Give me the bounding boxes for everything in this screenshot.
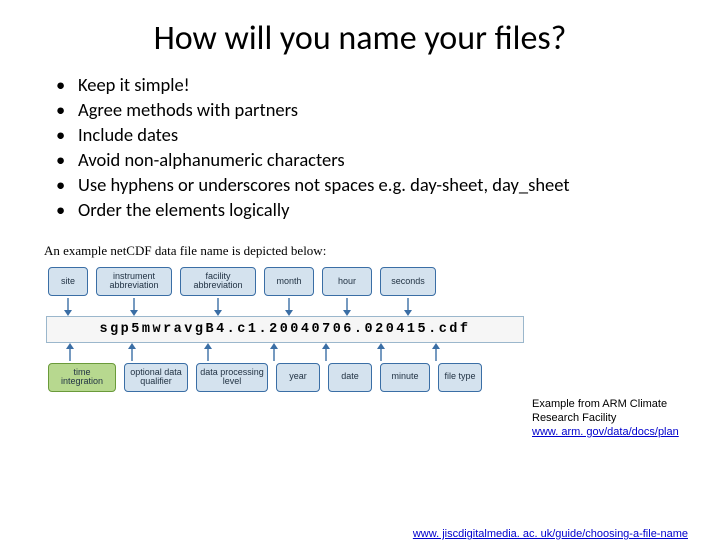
bullet-item: Include dates <box>56 123 720 148</box>
label-optional-data-qualifier: optional data qualifier <box>124 363 188 392</box>
arrow-up-icon <box>252 343 296 361</box>
label-month: month <box>264 267 314 296</box>
arrow-up-icon <box>48 343 92 361</box>
label-time-integration: time integration <box>48 363 116 392</box>
label-data-processing-level: data processing level <box>196 363 268 392</box>
example-source-line1: Example from ARM Climate <box>532 398 667 410</box>
bullet-item: Agree methods with partners <box>56 98 720 123</box>
arrow-down-icon <box>380 298 436 316</box>
label-minute: minute <box>380 363 430 392</box>
bullet-list: Keep it simple! Agree methods with partn… <box>56 73 720 223</box>
bullet-item: Avoid non-alphanumeric characters <box>56 148 720 173</box>
label-site: site <box>48 267 88 296</box>
arrow-up-icon <box>414 343 458 361</box>
label-facility-abbreviation: facility abbreviation <box>180 267 256 296</box>
arrow-down-icon <box>48 298 88 316</box>
arrow-down-icon <box>264 298 314 316</box>
example-source-link[interactable]: www. arm. gov/data/docs/plan <box>532 426 679 438</box>
label-seconds: seconds <box>380 267 436 296</box>
label-year: year <box>276 363 320 392</box>
label-hour: hour <box>322 267 372 296</box>
diagram-caption: An example netCDF data file name is depi… <box>44 243 526 259</box>
footer-link[interactable]: www. jiscdigitalmedia. ac. uk/guide/choo… <box>413 528 688 540</box>
example-source-note: Example from ARM Climate Research Facili… <box>532 398 702 439</box>
example-source-line2: Research Facility <box>532 412 616 424</box>
arrow-down-icon <box>96 298 172 316</box>
label-date: date <box>328 363 372 392</box>
example-filename: sgp5mwravgB4.c1.20040706.020415.cdf <box>46 316 524 343</box>
label-file-type: file type <box>438 363 482 392</box>
bullet-item: Use hyphens or underscores not spaces e.… <box>56 173 720 198</box>
bullet-item: Keep it simple! <box>56 73 720 98</box>
arrow-up-icon <box>304 343 348 361</box>
page-title: How will you name your files? <box>0 18 720 59</box>
arrow-up-icon <box>100 343 164 361</box>
filename-diagram: An example netCDF data file name is depi… <box>44 243 526 392</box>
arrow-down-icon <box>180 298 256 316</box>
label-instrument-abbreviation: instrument abbreviation <box>96 267 172 296</box>
arrow-up-icon <box>356 343 406 361</box>
bullet-item: Order the elements logically <box>56 198 720 223</box>
arrow-down-icon <box>322 298 372 316</box>
arrow-up-icon <box>172 343 244 361</box>
